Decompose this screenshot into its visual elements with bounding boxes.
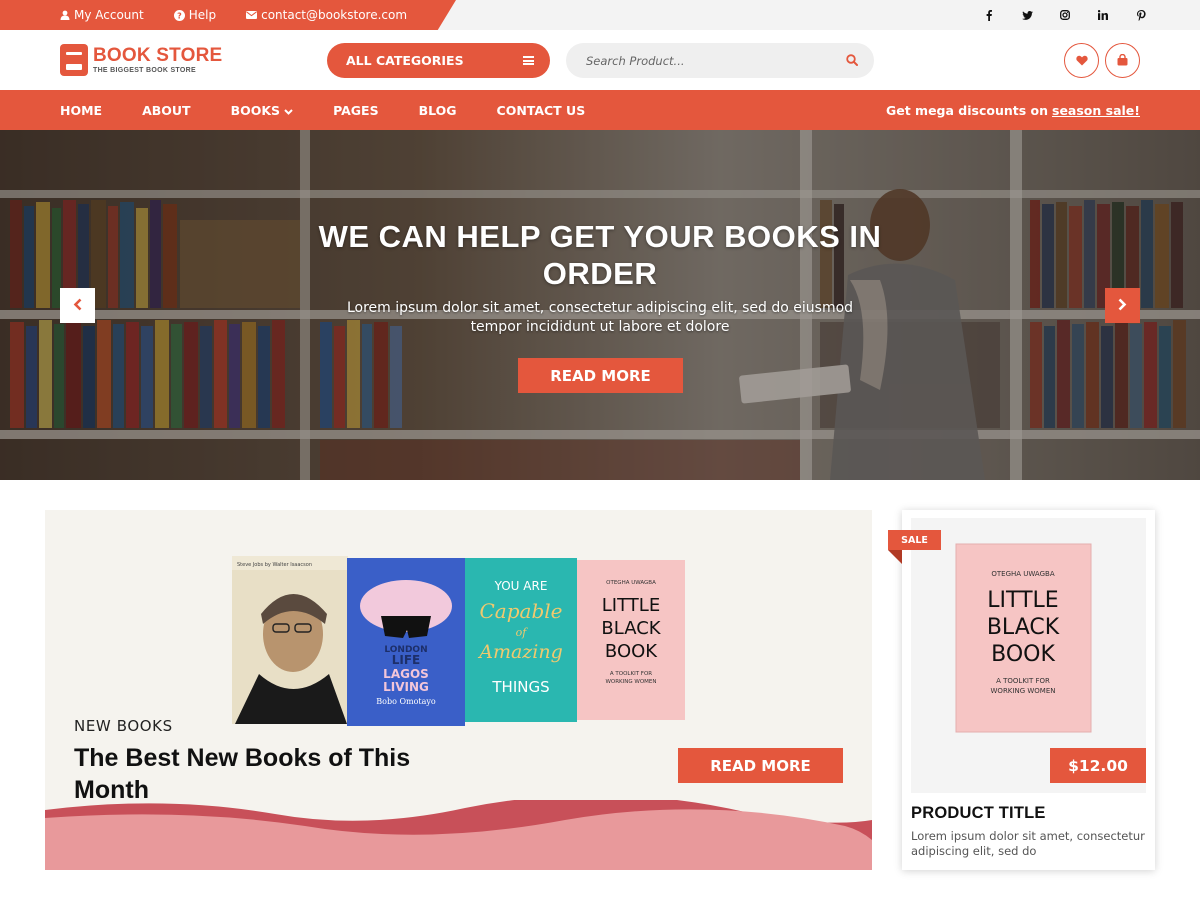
book3-line2: Capable <box>480 599 563 623</box>
book3-line5: THINGS <box>491 678 549 696</box>
help-label: Help <box>188 8 217 22</box>
nav-item-label: BOOKS <box>230 102 281 118</box>
book4-sub-2: WORKING WOMEN <box>605 679 656 685</box>
chevron-down-icon <box>284 103 293 118</box>
cover-author: OTEGHA UWAGBA <box>991 570 1054 578</box>
product-title[interactable]: PRODUCT TITLE <box>911 804 1046 823</box>
book2-author: Bobo Omotayo <box>376 697 436 706</box>
new-books-banner: Steve Jobs by Walter Isaacson LONDON LIF… <box>45 510 872 870</box>
instagram-icon[interactable] <box>1058 8 1072 22</box>
main-nav: HOME ABOUT BOOKS PAGES BLOG CONTACT US G… <box>0 90 1200 130</box>
promo-text: Get mega discounts on <box>885 102 1049 118</box>
decorative-waves <box>45 800 872 870</box>
top-bar: My Account ? Help contact@bookstore.com <box>0 0 1200 30</box>
all-categories-button[interactable]: ALL CATEGORIES <box>327 43 550 78</box>
nav-item-label: PAGES <box>333 102 379 118</box>
nav-item-about[interactable]: ABOUT <box>142 103 191 118</box>
cart-button[interactable] <box>1105 43 1140 78</box>
nav-item-blog[interactable]: BLOG <box>419 103 457 118</box>
book1-author: Steve Jobs by Walter Isaacson <box>237 562 312 568</box>
envelope-icon <box>246 11 258 19</box>
logo-subtitle: THE BIGGEST BOOK STORE <box>93 67 196 74</box>
cover-title-3: BOOK <box>991 642 1055 667</box>
nav-item-pages[interactable]: PAGES <box>333 103 379 118</box>
hero-text: Lorem ipsum dolor sit amet, consectetur … <box>346 300 854 335</box>
nav-item-label: ABOUT <box>142 102 191 118</box>
nav-item-books[interactable]: BOOKS <box>231 103 293 118</box>
book3-line4: Amazing <box>477 641 563 663</box>
facebook-icon[interactable] <box>982 8 996 22</box>
banner-kicker: NEW BOOKS <box>74 717 173 735</box>
book4-author: OTEGHA UWAGBA <box>606 580 656 586</box>
hero-slider: WE CAN HELP GET YOUR BOOKS IN ORDER Lore… <box>0 130 1200 480</box>
book2-title-2: LIFE <box>392 653 421 667</box>
banner-title: The Best New Books of This Month <box>74 744 411 804</box>
email-link[interactable]: contact@bookstore.com <box>246 8 407 22</box>
help-link[interactable]: ? Help <box>173 8 217 22</box>
chevron-right-icon <box>1118 296 1127 315</box>
all-categories-label: ALL CATEGORIES <box>346 53 464 68</box>
search-bar <box>566 43 874 78</box>
cover-sub-2: WORKING WOMEN <box>991 687 1056 695</box>
sale-badge: SALE <box>888 530 941 564</box>
user-icon <box>60 10 70 20</box>
book4-sub-1: A TOOLKIT FOR <box>610 671 652 677</box>
svg-text:?: ? <box>177 11 182 20</box>
pinterest-icon[interactable] <box>1134 8 1148 22</box>
wishlist-button[interactable] <box>1064 43 1099 78</box>
banner-read-more-button[interactable]: READ MORE <box>678 748 843 783</box>
nav-item-label: BLOG <box>418 102 457 118</box>
book-logo-icon <box>60 44 88 76</box>
nav-item-home[interactable]: HOME <box>60 103 102 118</box>
hero-title: WE CAN HELP GET YOUR BOOKS IN ORDER <box>318 219 882 291</box>
nav-item-label: HOME <box>60 102 103 118</box>
book-covers-image: Steve Jobs by Walter Isaacson LONDON LIF… <box>232 556 685 726</box>
book4-title-3: BOOK <box>605 641 658 662</box>
product-price: $12.00 <box>1050 748 1146 783</box>
site-header: BOOK STORE THE BIGGEST BOOK STORE ALL CA… <box>0 30 1200 90</box>
book3-line1: YOU ARE <box>494 579 548 593</box>
shopping-bag-icon <box>1117 51 1128 70</box>
slider-next-button[interactable] <box>1105 288 1140 323</box>
cover-title-1: LITTLE <box>987 588 1058 613</box>
heart-icon <box>1075 51 1088 70</box>
top-bar-contact: My Account ? Help contact@bookstore.com <box>0 0 456 30</box>
my-account-link[interactable]: My Account <box>60 8 144 22</box>
chevron-left-icon <box>73 296 82 315</box>
nav-item-label: CONTACT US <box>496 102 586 118</box>
search-input[interactable] <box>586 53 846 68</box>
linkedin-icon[interactable] <box>1096 8 1110 22</box>
book2-title-3: LAGOS <box>383 667 429 681</box>
nav-item-contact-us[interactable]: CONTACT US <box>497 103 586 118</box>
book4-title-2: BLACK <box>601 618 661 639</box>
logo-title: BOOK STORE <box>93 45 223 66</box>
promo-message: Get mega discounts on season sale! <box>886 90 1140 130</box>
my-account-label: My Account <box>74 8 144 22</box>
question-icon: ? <box>173 9 185 21</box>
menu-icon <box>523 56 534 65</box>
season-sale-link[interactable]: season sale! <box>1052 103 1140 118</box>
slider-prev-button[interactable] <box>60 288 95 323</box>
product-description: Lorem ipsum dolor sit amet, consectetur … <box>911 829 1145 858</box>
social-links <box>982 0 1148 30</box>
search-icon[interactable] <box>846 51 858 70</box>
hero-content: WE CAN HELP GET YOUR BOOKS IN ORDER Lore… <box>0 130 1200 480</box>
logo-text: BOOK STORE THE BIGGEST BOOK STORE <box>93 46 222 74</box>
cover-sub-1: A TOOLKIT FOR <box>996 677 1050 685</box>
hero-read-more-button[interactable]: READ MORE <box>518 358 683 393</box>
twitter-icon[interactable] <box>1020 8 1034 22</box>
book4-title-1: LITTLE <box>602 595 660 616</box>
cover-title-2: BLACK <box>987 615 1060 640</box>
book2-title-4: LIVING <box>383 680 429 694</box>
site-logo[interactable]: BOOK STORE THE BIGGEST BOOK STORE <box>60 44 222 76</box>
email-label: contact@bookstore.com <box>261 8 408 22</box>
product-card[interactable]: OTEGHA UWAGBA LITTLE BLACK BOOK A TOOLKI… <box>888 510 1155 870</box>
